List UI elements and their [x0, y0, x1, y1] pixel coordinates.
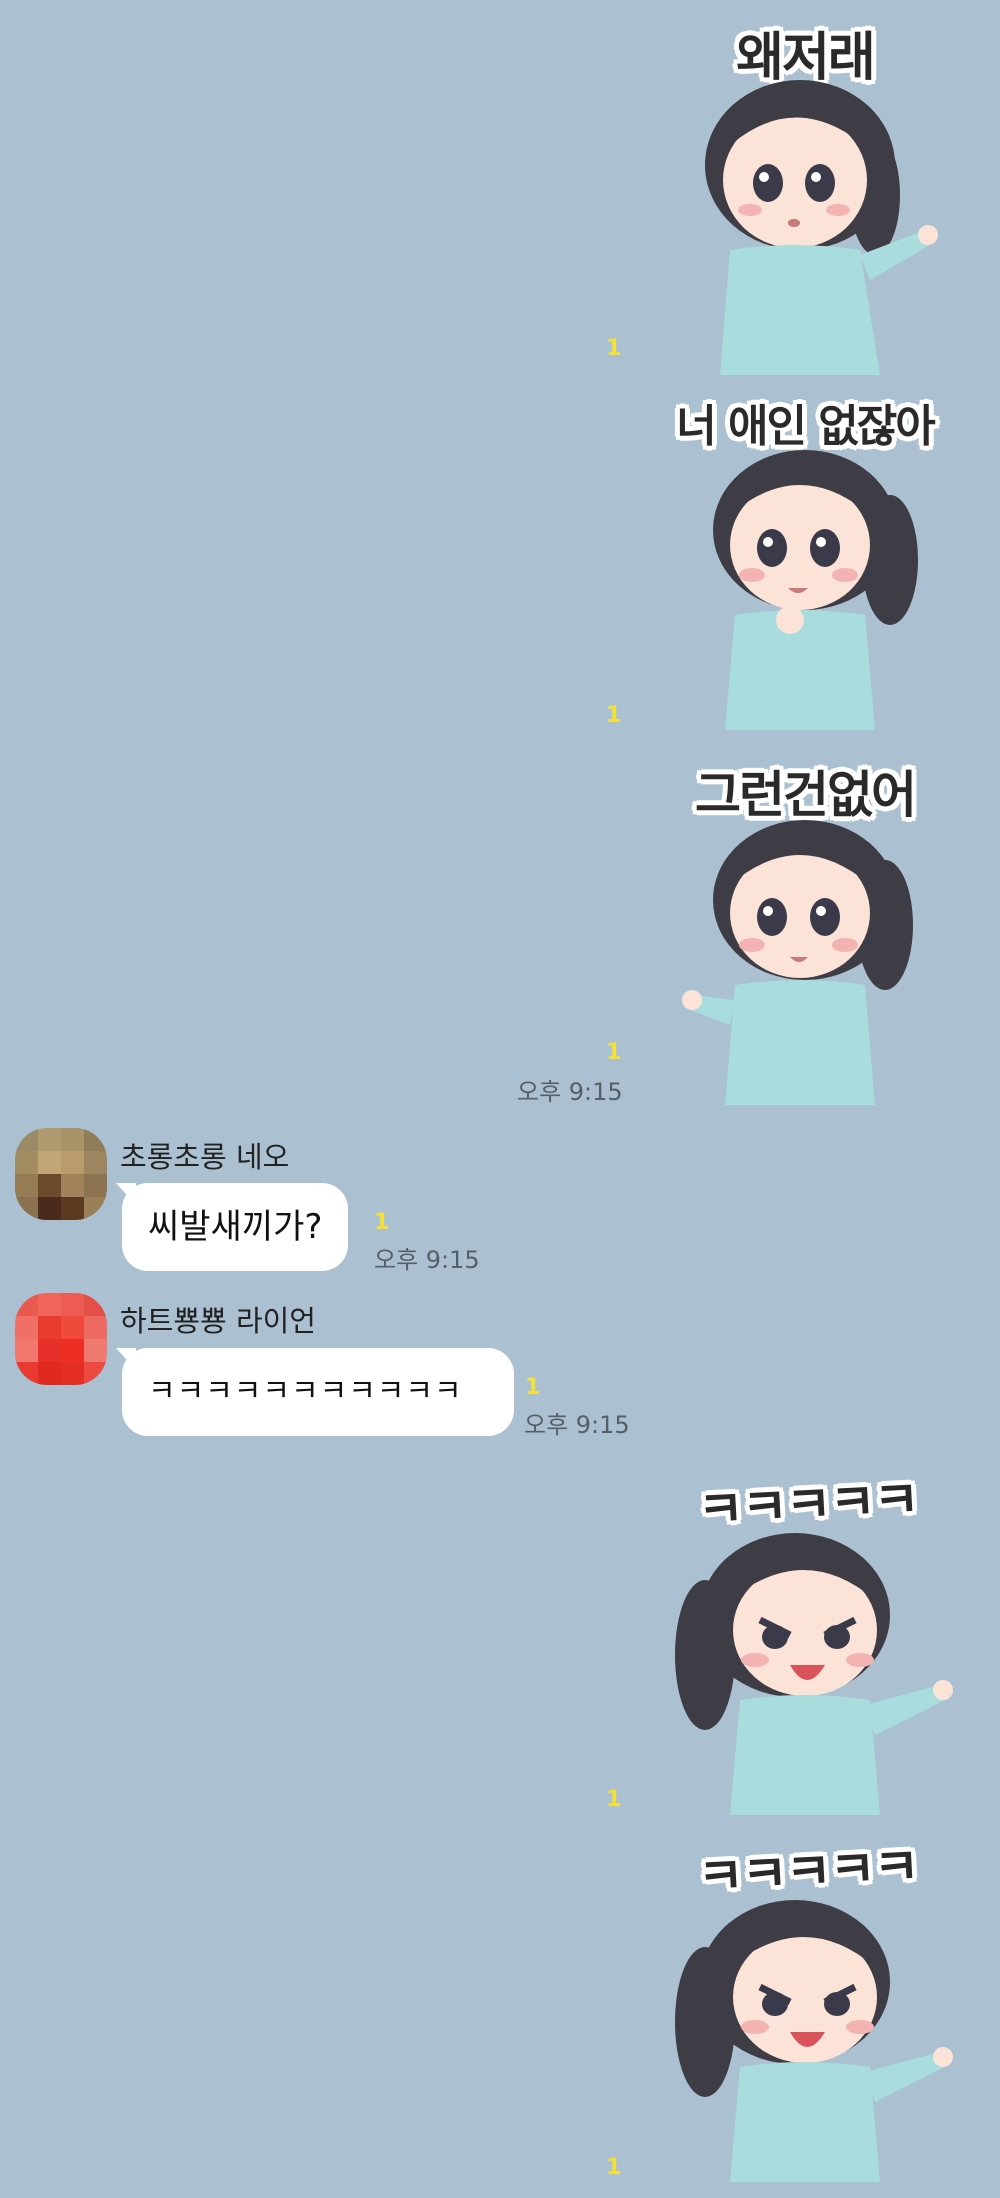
sticker-message[interactable]: ㅋㅋㅋㅋㅋ — [635, 1465, 980, 1815]
message-time: 오후 9:15 — [517, 1078, 623, 1106]
unread-count: 1 — [606, 703, 622, 728]
girl-smirking-sticker-icon — [713, 450, 918, 730]
sender-name: 하트뿅뿅 라이언 — [120, 1304, 316, 1338]
unread-count: 1 — [606, 1040, 622, 1065]
sticker-message[interactable]: 왜저래 — [640, 15, 970, 375]
unread-count: 1 — [606, 336, 622, 361]
sender-name: 초롱초롱 네오 — [120, 1140, 290, 1174]
unread-count: 1 — [606, 2155, 622, 2180]
unread-count: 1 — [606, 1787, 622, 1812]
unread-count: 1 — [374, 1210, 390, 1235]
message-bubble[interactable]: ㅋㅋㅋㅋㅋㅋㅋㅋㅋㅋㅋ — [116, 1348, 514, 1436]
message-bubble[interactable]: 씨발새끼가? — [115, 1183, 349, 1271]
message-time: 오후 9:15 — [374, 1246, 480, 1274]
sticker-message[interactable]: 너 애인 없잖아 — [640, 390, 970, 740]
girl-laughing-sticker-icon — [675, 1900, 953, 2182]
girl-laughing-sticker-icon — [675, 1533, 953, 1815]
unread-count: 1 — [525, 1375, 541, 1400]
message-time: 오후 9:15 — [524, 1411, 630, 1439]
sticker-message[interactable]: 그런건없어 — [640, 755, 970, 1105]
avatar[interactable] — [15, 1293, 107, 1385]
girl-pointing-sticker-icon — [705, 80, 938, 375]
girl-waving-sticker-icon — [682, 820, 913, 1105]
avatar[interactable] — [15, 1128, 107, 1220]
sticker-message[interactable]: ㅋㅋㅋㅋㅋ — [635, 1832, 980, 2182]
